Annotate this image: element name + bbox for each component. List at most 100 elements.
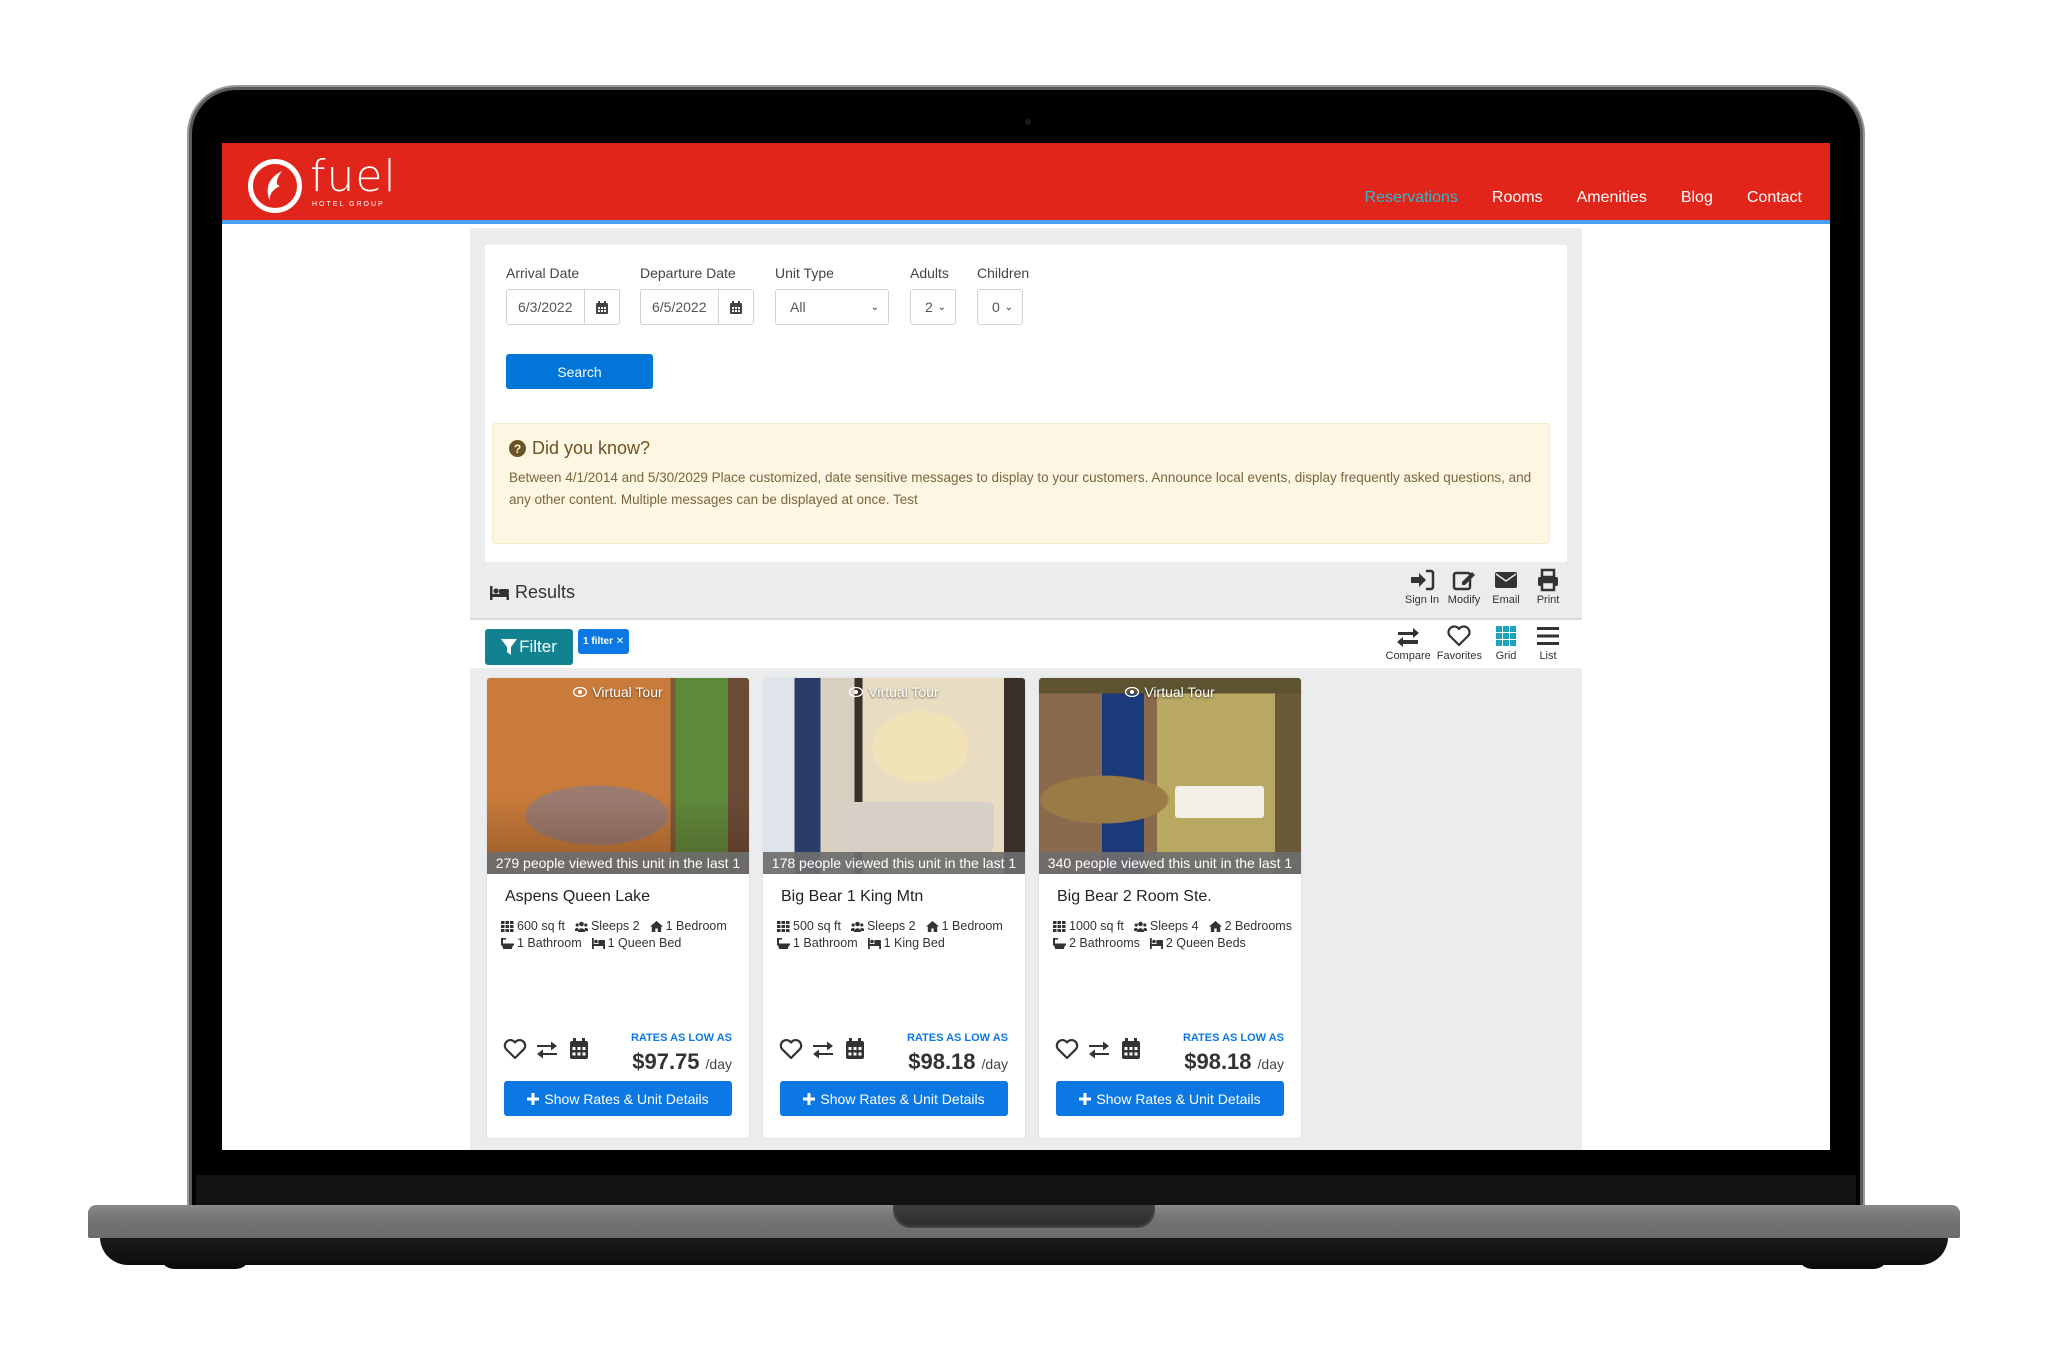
show-rates-button[interactable]: Show Rates & Unit Details [1056,1081,1284,1116]
filter-button[interactable]: Filter [485,629,573,665]
children-select[interactable]: 0 ⌄ [977,289,1023,325]
departure-date-value[interactable]: 6/5/2022 [641,290,719,324]
nav-contact[interactable]: Contact [1747,189,1802,207]
question-circle-icon: ? [509,440,526,457]
unit-bathrooms: 1 Bathroom [517,936,582,950]
nav-blog[interactable]: Blog [1681,189,1713,207]
chevron-down-icon: ⌄ [870,301,879,313]
unit-actions [779,1038,867,1060]
compare-icon [1397,628,1420,647]
unit-name[interactable]: Big Bear 2 Room Ste. [1057,888,1212,906]
price-unit: /day [705,1056,732,1072]
favorite-heart-icon[interactable] [503,1038,527,1060]
bath-icon [1053,938,1066,949]
users-icon [850,921,864,932]
grid-view-button[interactable]: Grid [1488,624,1524,662]
chevron-down-icon: ⌄ [937,301,946,313]
views-count-banner: 340 people viewed this unit in the last … [1039,852,1301,874]
children-field: Children 0 ⌄ [977,265,1029,325]
favorite-heart-icon[interactable] [1055,1038,1079,1060]
view-toolbar: Compare Favorites Grid List [1386,624,1567,662]
area-grid-icon [1053,921,1066,932]
rate-label: RATES AS LOW AS [1182,1032,1284,1044]
arrival-label: Arrival Date [506,265,580,281]
brand-name: fuel [310,151,397,202]
departure-label: Departure Date [640,265,736,281]
list-icon [1537,627,1559,645]
brand-logo[interactable]: fuel HOTEL GROUP [248,151,397,213]
laptop-base-underside [100,1237,1948,1265]
print-button[interactable]: Print [1530,568,1566,606]
plus-icon [803,1092,816,1105]
virtual-tour-link[interactable]: Virtual Tour [1039,684,1301,700]
eye-icon [573,687,588,697]
area-grid-icon [501,921,514,932]
users-icon [1133,921,1147,932]
unit-specs: 600 sq ft Sleeps 2 1 Bedroom 1 Bathroom … [501,918,727,952]
main-nav: Reservations Rooms Amenities Blog Contac… [1365,189,1802,207]
email-button[interactable]: Email [1488,568,1524,606]
compare-button[interactable]: Compare [1386,624,1431,662]
modify-button[interactable]: Modify [1446,568,1482,606]
nav-reservations[interactable]: Reservations [1365,189,1458,207]
laptop-chin [196,1175,1856,1207]
unit-beds: 2 Queen Beds [1165,936,1246,950]
nav-rooms[interactable]: Rooms [1492,189,1543,207]
adults-select[interactable]: 2 ⌄ [910,289,956,325]
favorite-heart-icon[interactable] [779,1038,803,1060]
bed-icon [591,938,605,949]
brand-tagline: HOTEL GROUP [312,201,385,208]
filter-icon [501,639,518,655]
price-amount: $98.18 [908,1049,976,1074]
nav-amenities[interactable]: Amenities [1577,189,1647,207]
unit-card: Virtual Tour 279 people viewed this unit… [487,678,749,1138]
virtual-tour-link[interactable]: Virtual Tour [763,684,1025,700]
eye-icon [1125,687,1140,697]
rate-label: RATES AS LOW AS [630,1032,732,1044]
unit-price: $97.75 /day [632,1049,732,1075]
did-you-know-alert: ? Did you know? Between 4/1/2014 and 5/3… [492,423,1550,544]
show-rates-button[interactable]: Show Rates & Unit Details [504,1081,732,1116]
unit-photo[interactable]: Virtual Tour 279 people viewed this unit… [487,678,749,874]
compare-icon[interactable] [535,1038,559,1060]
unit-type-select[interactable]: All ⌄ [775,289,889,325]
edit-icon [1452,571,1475,591]
list-view-button[interactable]: List [1530,624,1566,662]
unit-actions [1055,1038,1143,1060]
views-count-banner: 178 people viewed this unit in the last … [763,852,1025,874]
calendar-icon[interactable] [719,290,754,324]
calendar-icon[interactable] [567,1038,591,1060]
calendar-icon[interactable] [843,1038,867,1060]
show-rates-button[interactable]: Show Rates & Unit Details [780,1081,1008,1116]
arrival-date-value[interactable]: 6/3/2022 [507,290,585,324]
sign-in-button[interactable]: Sign In [1404,568,1440,606]
site-header: fuel HOTEL GROUP Reservations Rooms Amen… [222,143,1830,224]
results-bar: Results Sign In Modify Email Print [470,562,1582,620]
arrival-date-input[interactable]: 6/3/2022 [506,289,620,325]
unit-photo[interactable]: Virtual Tour 340 people viewed this unit… [1039,678,1301,874]
area-grid-icon [777,921,790,932]
search-button[interactable]: Search [506,354,653,389]
price-unit: /day [981,1056,1008,1072]
active-filter-badge[interactable]: 1 filter ✕ [578,629,630,654]
favorites-button[interactable]: Favorites [1437,624,1482,662]
unit-sqft: 1000 sq ft [1069,919,1124,933]
calendar-icon[interactable] [1119,1038,1143,1060]
filter-bar: Filter 1 filter ✕ Compare Favorites Grid [470,620,1582,668]
virtual-tour-link[interactable]: Virtual Tour [487,684,749,700]
unit-name[interactable]: Aspens Queen Lake [505,888,650,906]
unit-bathrooms: 2 Bathrooms [1069,936,1140,950]
departure-date-input[interactable]: 6/5/2022 [640,289,754,325]
compare-icon[interactable] [1087,1038,1111,1060]
print-icon [1538,568,1558,592]
unit-sqft: 600 sq ft [517,919,565,933]
unit-price: $98.18 /day [908,1049,1008,1075]
unit-name[interactable]: Big Bear 1 King Mtn [781,888,923,906]
unit-photo[interactable]: Virtual Tour 178 people viewed this unit… [763,678,1025,874]
home-icon [925,921,939,932]
envelope-icon [1495,572,1517,588]
results-title: Results [515,582,576,602]
eye-icon [849,687,864,697]
calendar-icon[interactable] [585,290,620,324]
compare-icon[interactable] [811,1038,835,1060]
